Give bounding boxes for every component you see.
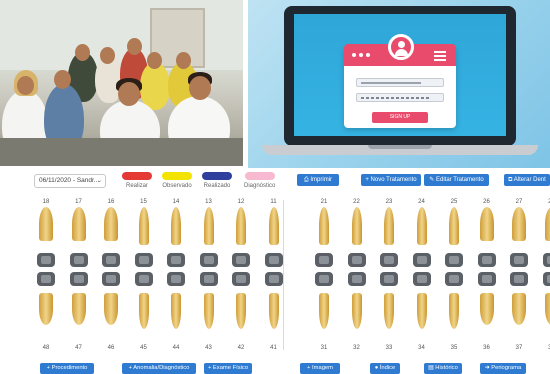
legend-swatch — [202, 172, 232, 180]
tooth[interactable] — [263, 207, 285, 337]
tooth-number-lower: 47 — [75, 345, 82, 351]
legend-swatch — [162, 172, 192, 180]
tooth-number-upper: 15 — [140, 199, 147, 205]
index-button[interactable]: ● Índice — [370, 363, 400, 374]
tooth[interactable] — [476, 207, 498, 337]
physical-exam-button[interactable]: + Exame Físico — [204, 363, 252, 374]
tooth[interactable] — [411, 207, 433, 337]
tooth[interactable] — [100, 207, 122, 337]
treatment-date-value: 06/11/2020 - Sandr... — [39, 177, 100, 184]
periogram-button[interactable]: ➜ Periograma — [480, 363, 526, 374]
person-head — [100, 47, 115, 64]
tooth-number-lower: 38 — [542, 345, 550, 351]
tooth-number-upper: 28 — [542, 199, 550, 205]
treatment-date-select[interactable]: 06/11/2020 - Sandr... ⌄ — [34, 174, 106, 188]
tooth-number-lower: 31 — [320, 345, 328, 351]
signup-button: SIGN UP — [372, 112, 428, 123]
tooth-number-lower: 46 — [107, 345, 115, 351]
edit-treatment-button[interactable]: ✎ Editar Tratamento — [424, 174, 489, 186]
tooth-number-upper: 18 — [42, 199, 50, 205]
tooth-number-lower: 33 — [385, 345, 393, 351]
tooth-number-lower: 41 — [270, 345, 277, 351]
legend-realizar: Realizar — [122, 172, 152, 189]
tooth-number-upper: 24 — [418, 199, 425, 205]
tooth-number-upper: 13 — [205, 199, 212, 205]
person-head — [147, 52, 162, 69]
legend-swatch — [244, 172, 275, 180]
tooth[interactable] — [346, 207, 368, 337]
window-dot-icon — [352, 53, 356, 57]
tooth-number-upper: 11 — [270, 199, 277, 205]
app-root: SIGN UP 06/11/2020 - Sandr... ⌄ Realizar… — [0, 0, 550, 374]
tooth-number-upper: 14 — [172, 199, 180, 205]
password-field — [356, 93, 444, 102]
tooth[interactable] — [230, 207, 252, 337]
person-head — [118, 82, 140, 106]
username-field — [356, 78, 444, 87]
tooth-number-upper: 17 — [75, 199, 82, 205]
laptop-notch — [368, 145, 432, 149]
person-head — [75, 44, 90, 61]
history-button[interactable]: ▤ Histórico — [424, 363, 462, 374]
tooth-number-upper: 12 — [237, 199, 245, 205]
legend-swatch — [122, 172, 152, 180]
new-treatment-button[interactable]: + Novo Tratamento — [361, 174, 421, 186]
tooth-number-lower: 34 — [418, 345, 425, 351]
team-photo — [0, 0, 243, 166]
tooth-number-lower: 35 — [450, 345, 458, 351]
window-dot-icon — [359, 53, 363, 57]
legend-diagnostico: Diagnóstico — [244, 172, 275, 189]
user-avatar-icon — [388, 34, 414, 60]
tooth[interactable] — [165, 207, 187, 337]
odontogram: 18 48 17 47 16 46 15 45 14 44 13 43 12 42 11 41 21 31 22 32… — [30, 193, 550, 358]
chevron-down-icon: ⌄ — [96, 178, 102, 184]
tooth-number-upper: 23 — [385, 199, 393, 205]
tooth-number-upper: 21 — [320, 199, 328, 205]
legend-observado: Observado — [162, 172, 192, 189]
procedure-button[interactable]: + Procedimento — [40, 363, 94, 374]
tooth-number-lower: 43 — [205, 345, 212, 351]
person-head — [17, 76, 34, 95]
tooth-number-lower: 48 — [42, 345, 50, 351]
legend-realizado: Realizado — [202, 172, 232, 189]
legend-label: Observado — [162, 183, 192, 189]
tooth[interactable] — [68, 207, 90, 337]
menu-icon — [434, 51, 446, 53]
tooth-number-lower: 42 — [237, 345, 245, 351]
tooth-number-lower: 37 — [515, 345, 523, 351]
tooth-number-upper: 27 — [515, 199, 523, 205]
laptop-banner: SIGN UP — [248, 0, 550, 168]
person-head — [189, 76, 211, 100]
tooth-number-upper: 26 — [483, 199, 490, 205]
image-button[interactable]: + Imagem — [300, 363, 340, 374]
print-button-label: Imprimir — [310, 177, 333, 183]
tooth[interactable] — [133, 207, 155, 337]
tooth[interactable] — [541, 207, 550, 337]
tooth[interactable] — [508, 207, 530, 337]
window-dot-icon — [366, 53, 370, 57]
tooth[interactable] — [35, 207, 57, 337]
person-head — [176, 52, 191, 69]
tooth-number-upper: 16 — [107, 199, 115, 205]
person-head — [127, 38, 142, 55]
tooth[interactable] — [378, 207, 400, 337]
tooth-number-lower: 32 — [353, 345, 360, 351]
tooth-number-upper: 22 — [353, 199, 360, 205]
change-teeth-button[interactable]: ⧉ Alterar Dent — [504, 174, 550, 186]
tooth[interactable] — [443, 207, 465, 337]
tooth[interactable] — [313, 207, 335, 337]
tooth-number-lower: 44 — [172, 345, 180, 351]
photo-floor — [0, 138, 243, 166]
legend-label: Diagnóstico — [244, 183, 276, 189]
tooth-number-lower: 36 — [483, 345, 490, 351]
legend-label: Realizado — [203, 183, 231, 189]
print-button[interactable]: ⎙ Imprimir — [297, 174, 339, 186]
person-head — [54, 70, 71, 89]
anomaly-diagnosis-button[interactable]: + Anomalia/Diagnóstico — [122, 363, 196, 374]
legend-label: Realizar — [125, 183, 148, 189]
tooth-number-lower: 45 — [140, 345, 147, 351]
tooth[interactable] — [198, 207, 220, 337]
tooth-number-upper: 25 — [450, 199, 458, 205]
